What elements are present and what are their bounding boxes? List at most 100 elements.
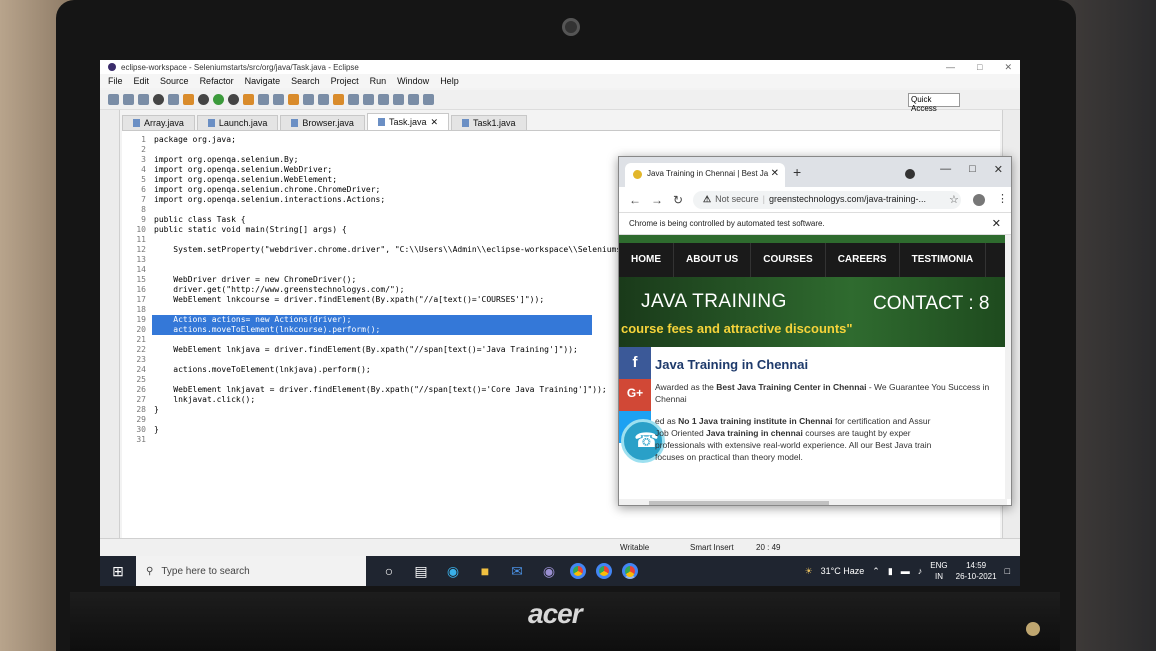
menu-edit[interactable]: Edit	[134, 76, 150, 86]
profile-avatar-icon[interactable]	[973, 194, 985, 206]
menu-window[interactable]: Window	[397, 76, 429, 86]
chrome-icon[interactable]	[570, 563, 586, 579]
web-page: HOME ABOUT US COURSES CAREERS TESTIMONIA…	[619, 235, 1007, 499]
close-infobar-icon[interactable]: ✕	[992, 217, 1001, 230]
tab-array-java[interactable]: Array.java	[122, 115, 195, 130]
save-icon[interactable]	[123, 94, 134, 105]
new-icon[interactable]	[108, 94, 119, 105]
resume-icon[interactable]	[198, 94, 209, 105]
annotation-icon[interactable]	[318, 94, 329, 105]
nav-careers[interactable]: CAREERS	[826, 243, 900, 277]
cortana-icon[interactable]: ○	[378, 560, 400, 582]
menu-search[interactable]: Search	[291, 76, 320, 86]
automation-extension-icon[interactable]	[905, 169, 915, 179]
code-line[interactable]: 2	[122, 145, 1000, 155]
site-favicon-icon	[633, 170, 642, 179]
debug-icon[interactable]	[153, 94, 164, 105]
taskbar-search-input[interactable]: ⚲ Type here to search	[136, 556, 366, 586]
minimize-icon[interactable]: —	[940, 163, 951, 176]
toggle-block-icon[interactable]	[348, 94, 359, 105]
scrollbar-thumb[interactable]	[649, 501, 829, 505]
chrome-icon[interactable]	[622, 563, 638, 579]
volume-icon[interactable]: ♪	[918, 566, 923, 576]
tab-browser-java[interactable]: Browser.java	[280, 115, 365, 130]
close-icon[interactable]: ✕	[994, 163, 1003, 176]
battery-icon[interactable]: ▮	[888, 566, 893, 577]
forward-arrow-icon[interactable]: →	[651, 193, 663, 207]
menu-run[interactable]: Run	[370, 76, 387, 86]
eclipse-icon[interactable]: ◉	[538, 560, 560, 582]
menu-refactor[interactable]: Refactor	[200, 76, 234, 86]
code-text: lnkjavat.click();	[154, 395, 256, 404]
url-input[interactable]: ⚠ Not secure | greenstechnologys.com/java-t…	[693, 191, 961, 209]
new-class-icon[interactable]	[258, 94, 269, 105]
new-tab-icon[interactable]: +	[793, 164, 801, 180]
power-led	[1026, 622, 1040, 636]
edge-icon[interactable]: ◉	[442, 560, 464, 582]
new-package-icon[interactable]	[243, 94, 254, 105]
code-text: public static void main(String[] args) {	[154, 225, 347, 234]
tab-task-java[interactable]: Task.java ✕	[366, 113, 450, 130]
windows-start-icon[interactable]: ⊞	[100, 556, 136, 586]
notifications-icon[interactable]: □	[1005, 566, 1010, 576]
back-icon[interactable]	[408, 94, 419, 105]
language-indicator[interactable]: ENG IN	[930, 560, 947, 582]
prev-annotation-icon[interactable]	[393, 94, 404, 105]
reload-icon[interactable]: ↻	[673, 193, 683, 207]
word-wrap-icon[interactable]	[363, 94, 374, 105]
menu-help[interactable]: Help	[440, 76, 459, 86]
network-icon[interactable]: ▬	[901, 566, 910, 576]
clock[interactable]: 14:59 26-10-2021	[956, 560, 997, 582]
task-view-icon[interactable]: ▤	[410, 560, 432, 582]
chrome-tab[interactable]: Java Training in Chennai | Best Ja ✕	[625, 163, 785, 187]
line-number: 17	[136, 295, 146, 304]
nav-home[interactable]: HOME	[619, 243, 674, 277]
mark-occurrences-icon[interactable]	[333, 94, 344, 105]
code-line[interactable]: 1 package org.java;	[122, 135, 1000, 145]
chrome-icon[interactable]	[596, 563, 612, 579]
facebook-icon[interactable]: f	[619, 347, 651, 379]
quick-access-input[interactable]: Quick Access	[908, 93, 960, 113]
mail-icon[interactable]: ✉	[506, 560, 528, 582]
close-tab-icon[interactable]: ✕	[430, 117, 438, 128]
chrome-address-bar: ← → ↻ ⚠ Not secure | greenstechnologys.com/…	[619, 187, 1011, 213]
search-icon[interactable]	[303, 94, 314, 105]
nav-courses[interactable]: COURSES	[751, 243, 826, 277]
back-arrow-icon[interactable]: ←	[629, 193, 641, 207]
next-annotation-icon[interactable]	[378, 94, 389, 105]
save-all-icon[interactable]	[138, 94, 149, 105]
horizontal-scrollbar[interactable]	[619, 499, 1007, 505]
maximize-icon[interactable]: □	[977, 62, 982, 73]
run-icon[interactable]	[213, 94, 224, 105]
show-hidden-icons-icon[interactable]: ⌃	[872, 566, 880, 577]
kebab-menu-icon[interactable]: ⋮	[997, 192, 1008, 205]
nav-about-us[interactable]: ABOUT US	[674, 243, 752, 277]
tab-launch-java[interactable]: Launch.java	[196, 115, 279, 130]
eclipse-icon	[108, 63, 116, 71]
page-top-strip	[619, 235, 1007, 243]
menu-navigate[interactable]: Navigate	[245, 76, 281, 86]
tab-task1-java[interactable]: Task1.java	[451, 115, 527, 130]
weather-text[interactable]: 31°C Haze	[821, 566, 865, 576]
java-file-icon	[462, 119, 470, 127]
code-text: WebElement lnkjavat = driver.findElement…	[154, 385, 607, 394]
build-icon[interactable]	[183, 94, 194, 105]
file-explorer-icon[interactable]: ■	[474, 560, 496, 582]
maximize-icon[interactable]: □	[969, 163, 976, 176]
close-icon[interactable]: ✕	[1004, 62, 1012, 73]
bookmark-star-icon[interactable]: ☆	[949, 193, 959, 206]
open-task-icon[interactable]	[288, 94, 299, 105]
weather-icon[interactable]: ☀	[805, 566, 813, 577]
skip-breakpoints-icon[interactable]	[168, 94, 179, 105]
menu-file[interactable]: File	[108, 76, 123, 86]
vertical-scrollbar[interactable]	[1005, 235, 1011, 499]
minimize-icon[interactable]: —	[946, 62, 955, 73]
run-last-icon[interactable]	[228, 94, 239, 105]
google-plus-icon[interactable]: G+	[619, 379, 651, 411]
menu-project[interactable]: Project	[331, 76, 359, 86]
open-type-icon[interactable]	[273, 94, 284, 105]
forward-icon[interactable]	[423, 94, 434, 105]
nav-testimonials[interactable]: TESTIMONIA	[900, 243, 987, 277]
close-tab-icon[interactable]: ✕	[771, 168, 779, 179]
menu-source[interactable]: Source	[160, 76, 189, 86]
